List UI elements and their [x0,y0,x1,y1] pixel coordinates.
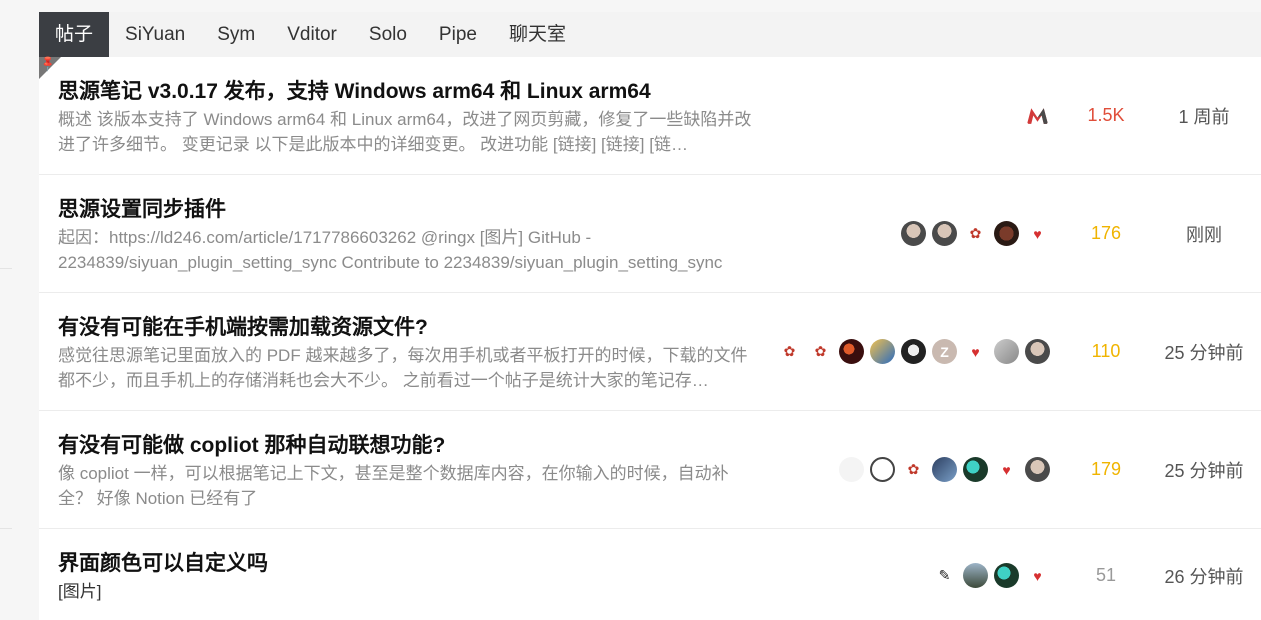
category-tabs: 帖子 SiYuan Sym Vditor Solo Pipe 聊天室 [39,12,1261,57]
user-avatar[interactable]: ◎ [870,457,895,482]
user-avatar[interactable]: ✎ [932,563,957,588]
post-excerpt: 像 copliot 一样，可以根据笔记上下文，甚至是整个数据库内容，在你输入的时… [58,464,729,508]
tab-2[interactable]: Sym [201,12,271,57]
user-avatar[interactable] [963,563,988,588]
post-time: 刚刚 [1186,224,1222,245]
user-avatar[interactable] [870,339,895,364]
post-row[interactable]: 有没有可能在手机端按需加载资源文件? 感觉往思源笔记里面放入的 PDF 越来越多了… [39,293,1261,411]
view-count: 179 [1090,459,1122,479]
post-excerpt: 概述 该版本支持了 Windows arm64 和 Linux arm64，改进… [58,110,752,154]
post-title[interactable]: 思源笔记 v3.0.17 发布，支持 Windows arm64 和 Linux… [58,75,651,105]
user-avatar[interactable]: ♥ [1025,221,1050,246]
post-title[interactable]: 思源设置同步插件 [58,193,226,223]
post-row[interactable]: 思源设置同步插件起因：https://ld246.com/article/171… [39,175,1261,293]
post-excerpt: 感觉往思源笔记里面放入的 PDF 越来越多了，每次用手机或者平板打开的时候，下载… [58,346,748,390]
view-count: 1.5K [1087,105,1125,125]
user-avatar[interactable]: ♥ [994,457,1019,482]
post-title[interactable]: 有没有可能在手机端按需加载资源文件? [58,311,428,341]
user-avatar[interactable] [1025,457,1050,482]
tab-1[interactable]: SiYuan [109,12,201,57]
user-avatar[interactable] [839,457,864,482]
user-avatar[interactable]: ✿ [777,339,802,364]
post-time: 25 分钟前 [1164,460,1244,481]
post-excerpt: [图片] [58,582,102,601]
post-title[interactable]: 有没有可能做 copliot 那种自动联想功能? [58,429,445,459]
sidebar-edge [0,528,12,529]
user-avatar[interactable] [839,339,864,364]
post-row[interactable]: 有没有可能做 copliot 那种自动联想功能? 像 copliot 一样，可以根… [39,411,1261,529]
post-time: 26 分钟前 [1164,566,1244,587]
participant-avatars: ◎ ✿ ♥ [839,411,1050,528]
participant-avatars: ✿ ✿ Z ♥ [777,293,1050,410]
post-row[interactable]: 📌 思源笔记 v3.0.17 发布，支持 Windows arm64 和 Linu… [39,55,1261,175]
user-avatar[interactable]: Z [932,339,957,364]
tab-3[interactable]: Vditor [271,12,353,57]
user-avatar[interactable] [1025,339,1050,364]
participant-avatars: ✿ ♥ [901,175,1050,292]
user-avatar[interactable] [994,339,1019,364]
post-time: 1 周前 [1178,106,1230,127]
view-count: 51 [1095,565,1117,585]
post-excerpt: 起因：https://ld246.com/article/17177866032… [58,228,723,272]
post-list: 📌 思源笔记 v3.0.17 发布，支持 Windows arm64 和 Linu… [39,55,1261,620]
view-count: 176 [1090,223,1122,243]
user-avatar[interactable]: ✿ [808,339,833,364]
view-count: 110 [1091,341,1121,361]
user-avatar[interactable]: ✿ [963,221,988,246]
user-avatar[interactable]: ♥ [963,339,988,364]
user-avatar[interactable] [932,457,957,482]
participant-avatars: ✎ ♥ [932,529,1050,620]
tab-6[interactable]: 聊天室 [493,12,582,57]
siyuan-logo-icon[interactable] [1025,103,1050,128]
tab-5[interactable]: Pipe [423,12,493,57]
post-time: 25 分钟前 [1164,342,1244,363]
user-avatar[interactable]: ♥ [1025,563,1050,588]
user-avatar[interactable]: ✿ [901,457,926,482]
user-avatar[interactable] [963,457,988,482]
user-avatar[interactable] [901,221,926,246]
participant-avatars [1025,57,1050,174]
user-avatar[interactable] [994,563,1019,588]
user-avatar[interactable] [994,221,1019,246]
post-row[interactable]: 界面颜色可以自定义吗 [图片] ✎ ♥ 51 26 分钟前 [39,529,1261,620]
user-avatar[interactable] [901,339,926,364]
tab-4[interactable]: Solo [353,12,423,57]
sidebar-edge [0,268,12,269]
tab-0[interactable]: 帖子 [39,12,110,57]
user-avatar[interactable] [932,221,957,246]
post-title[interactable]: 界面颜色可以自定义吗 [58,547,268,577]
